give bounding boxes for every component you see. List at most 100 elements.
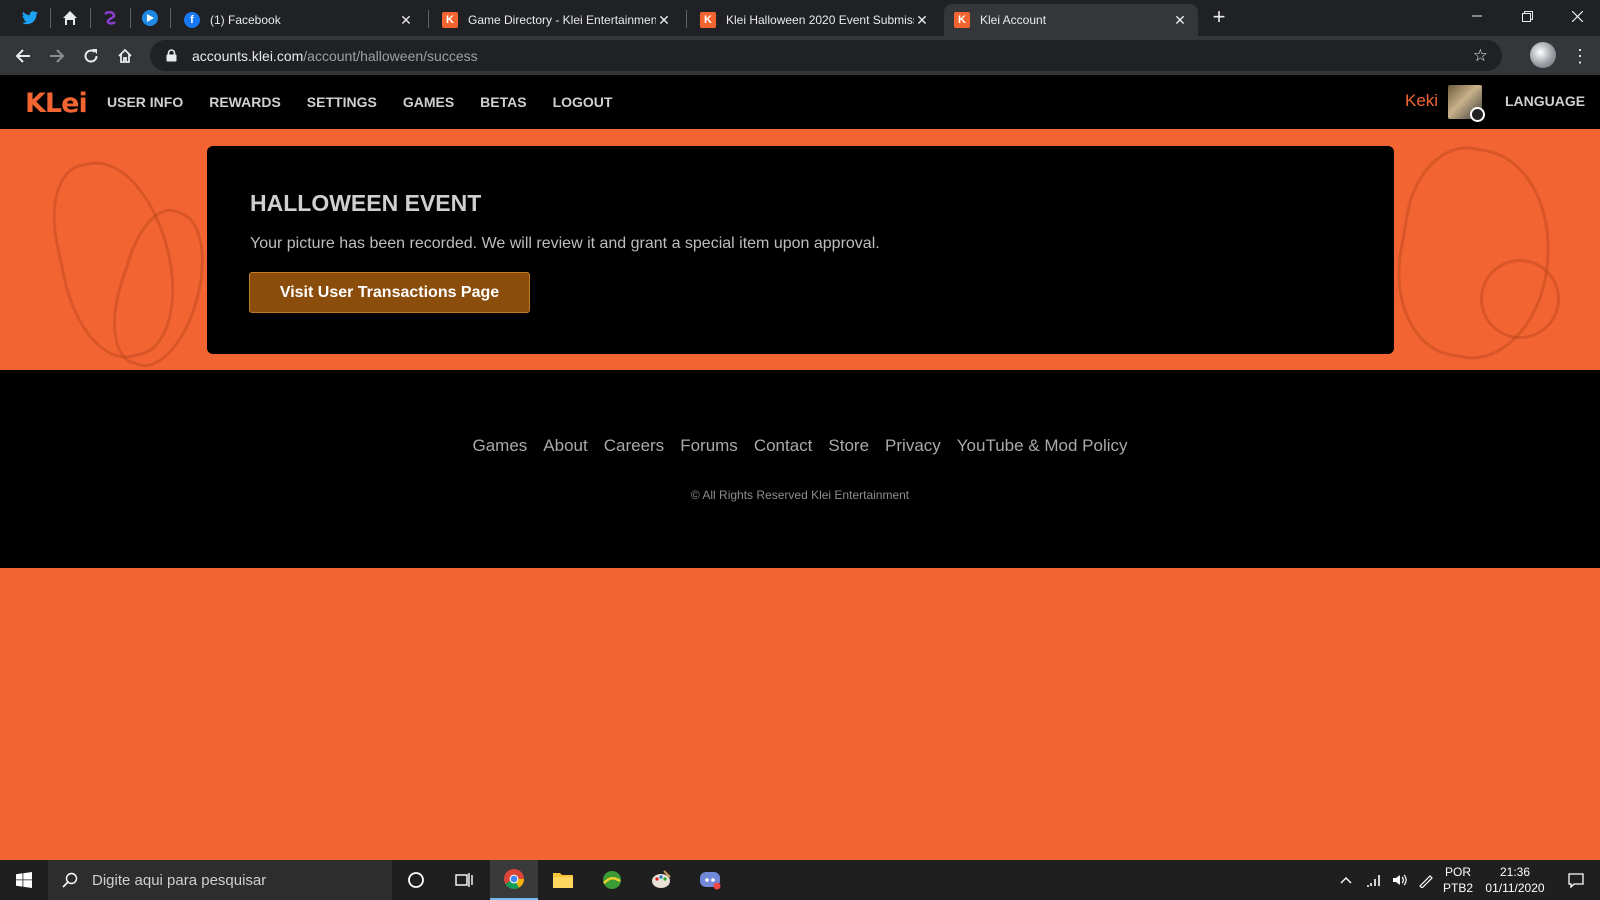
tray-overflow-icon[interactable] (1334, 860, 1358, 900)
pinned-tab-media[interactable] (134, 4, 166, 32)
nav-betas[interactable]: BETAS (480, 94, 526, 110)
close-icon (1571, 10, 1583, 22)
close-icon[interactable]: ✕ (1172, 12, 1188, 28)
cortana-button[interactable] (392, 860, 440, 900)
reload-icon (84, 49, 98, 63)
taskbar-search[interactable]: Digite aqui para pesquisar (48, 860, 392, 900)
minimize-button[interactable] (1454, 0, 1500, 32)
steam-badge-icon (1470, 107, 1485, 122)
taskbar-paint[interactable] (637, 860, 685, 900)
user-avatar[interactable] (1448, 85, 1485, 122)
footer-link-careers[interactable]: Careers (604, 436, 664, 456)
minimize-icon (1472, 15, 1482, 17)
close-icon[interactable]: ✕ (914, 12, 930, 28)
search-placeholder: Digite aqui para pesquisar (92, 871, 267, 889)
footer-link-games[interactable]: Games (472, 436, 527, 456)
keyboard-layout: PTB2 (1442, 881, 1473, 895)
address-bar[interactable]: accounts.klei.com/account/halloween/succ… (150, 40, 1502, 71)
tab-halloween-submission[interactable]: K Klei Halloween 2020 Event Submissi ✕ (690, 4, 940, 36)
language-code: POR (1444, 865, 1471, 879)
network-icon[interactable] (1362, 860, 1386, 900)
green-app-icon (603, 871, 621, 889)
windows-taskbar: Digite aqui para pesquisar POR PTB2 21:3… (0, 860, 1600, 900)
play-icon (142, 10, 158, 26)
new-tab-button[interactable]: + (1207, 6, 1231, 30)
search-icon (62, 872, 78, 888)
bookmark-star-icon[interactable]: ☆ (1473, 46, 1488, 66)
footer-link-contact[interactable]: Contact (754, 436, 813, 456)
tab-separator (170, 8, 171, 28)
visit-transactions-button[interactable]: Visit User Transactions Page (249, 272, 530, 313)
arrow-right-icon (50, 49, 65, 63)
pinned-tab-twitter[interactable] (14, 4, 46, 32)
forward-button[interactable] (43, 42, 71, 70)
site-footer: Games About Careers Forums Contact Store… (0, 370, 1600, 568)
nav-rewards[interactable]: REWARDS (209, 94, 281, 110)
pinned-tab-purple[interactable] (94, 4, 126, 32)
back-button[interactable] (9, 42, 37, 70)
nav-settings[interactable]: SETTINGS (307, 94, 377, 110)
site-header: KLei USER INFO REWARDS SETTINGS GAMES BE… (0, 75, 1600, 129)
browser-toolbar: accounts.klei.com/account/halloween/succ… (0, 36, 1600, 75)
close-icon[interactable]: ✕ (398, 12, 414, 28)
username[interactable]: Keki (1405, 91, 1438, 111)
twitter-icon (22, 10, 38, 26)
taskbar-chrome[interactable] (490, 860, 538, 900)
site-nav: USER INFO REWARDS SETTINGS GAMES BETAS L… (107, 75, 638, 129)
footer-link-store[interactable]: Store (828, 436, 869, 456)
discord-icon (700, 872, 721, 890)
banner-artwork (1382, 137, 1568, 370)
clock-time: 21:36 (1499, 865, 1531, 879)
chrome-icon (504, 869, 524, 889)
clock-date: 01/11/2020 (1485, 881, 1545, 895)
profile-avatar[interactable] (1530, 42, 1556, 68)
taskbar-discord[interactable] (686, 860, 734, 900)
volume-icon[interactable] (1388, 860, 1412, 900)
system-clock[interactable]: 21:36 01/11/2020 (1478, 864, 1552, 896)
cortana-circle-icon (408, 872, 424, 888)
taskbar-file-explorer[interactable] (539, 860, 587, 900)
copyright: © All Rights Reserved Klei Entertainment (690, 488, 910, 502)
tab-klei-account[interactable]: K Klei Account ✕ (944, 4, 1198, 36)
language-menu[interactable]: LANGUAGE (1505, 93, 1585, 109)
paint-palette-icon (652, 870, 671, 888)
klei-k-icon: K (442, 12, 458, 28)
halloween-banner: HALLOWEEN EVENT Your picture has been re… (0, 129, 1600, 370)
close-icon[interactable]: ✕ (656, 12, 672, 28)
nav-user-info[interactable]: USER INFO (107, 94, 183, 110)
browser-menu-icon[interactable]: ⋮ (1570, 42, 1590, 70)
tab-separator (686, 10, 687, 28)
pen-icon[interactable] (1414, 860, 1438, 900)
windows-logo-icon (16, 872, 32, 888)
nav-games[interactable]: GAMES (403, 94, 454, 110)
footer-link-forums[interactable]: Forums (680, 436, 738, 456)
page-title: HALLOWEEN EVENT (250, 190, 482, 216)
pinned-tab-tm[interactable] (54, 4, 86, 32)
klei-logo[interactable]: KLei (25, 88, 88, 119)
footer-link-about[interactable]: About (543, 436, 587, 456)
footer-link-mod-policy[interactable]: YouTube & Mod Policy (957, 436, 1128, 456)
tab-facebook[interactable]: f (1) Facebook ✕ (174, 4, 424, 36)
task-view-button[interactable] (440, 860, 488, 900)
restore-button[interactable] (1504, 0, 1550, 32)
facebook-icon: f (184, 12, 200, 28)
tab-separator (50, 8, 51, 28)
reload-button[interactable] (77, 42, 105, 70)
home-icon (118, 48, 132, 63)
footer-links: Games About Careers Forums Contact Store… (0, 436, 1600, 456)
close-window-button[interactable] (1554, 0, 1600, 32)
tab-title: Klei Halloween 2020 Event Submissi (726, 13, 914, 27)
tab-separator (130, 8, 131, 28)
input-language[interactable]: POR PTB2 (1440, 864, 1476, 896)
taskbar-app-green[interactable] (588, 860, 636, 900)
tab-title: Game Directory - Klei Entertainment (468, 13, 656, 27)
tab-game-directory[interactable]: K Game Directory - Klei Entertainment ✕ (432, 4, 682, 36)
nav-logout[interactable]: LOGOUT (553, 94, 613, 110)
start-button[interactable] (0, 860, 48, 900)
footer-link-privacy[interactable]: Privacy (885, 436, 941, 456)
tab-separator (90, 8, 91, 28)
folder-icon (553, 873, 573, 888)
home-button[interactable] (111, 42, 139, 70)
url-path: /account/halloween/success (303, 47, 478, 64)
notification-center-icon[interactable] (1556, 860, 1596, 900)
